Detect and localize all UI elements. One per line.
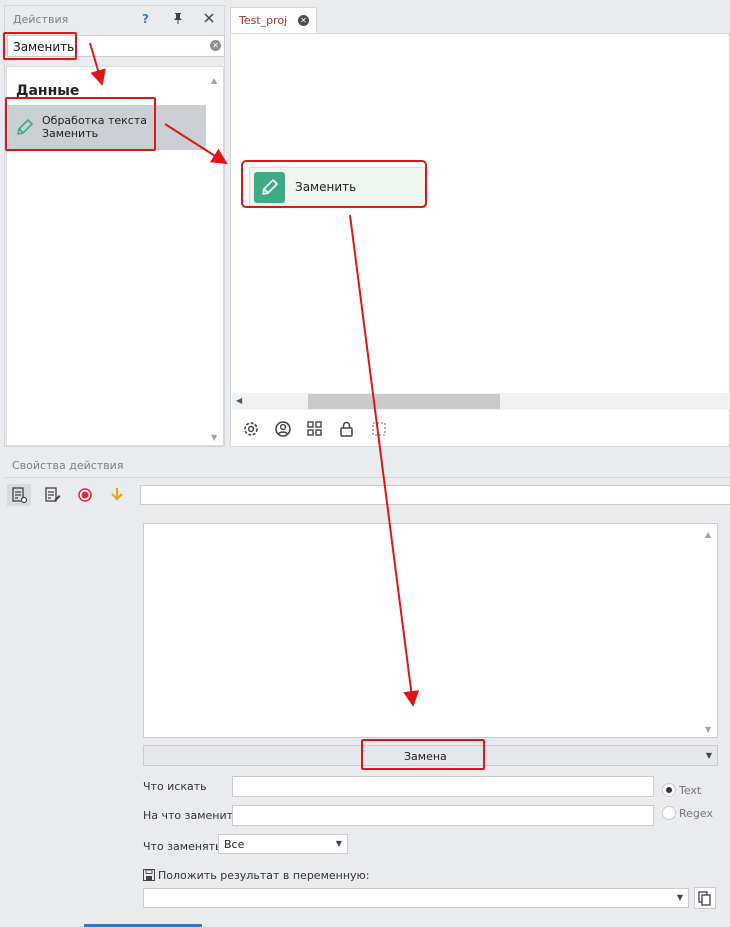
arrow-search-to-item [89, 42, 106, 86]
annotation-arrows [89, 42, 420, 707]
arrow-item-to-node [164, 123, 228, 165]
arrow-node-to-mode [349, 214, 420, 707]
